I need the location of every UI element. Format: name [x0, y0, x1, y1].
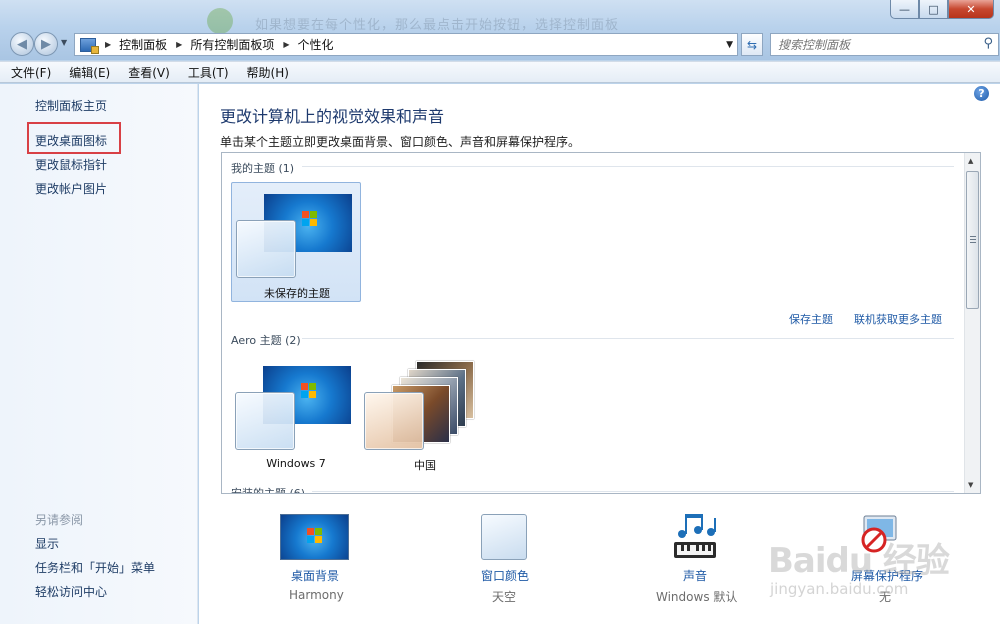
baidu-watermark: Baidu 经验: [768, 541, 950, 581]
forward-button[interactable]: ▶: [34, 32, 58, 56]
scroll-down-arrow-icon[interactable]: ▼: [968, 481, 973, 489]
window-color-swatch: [364, 392, 424, 450]
search-input[interactable]: [771, 34, 971, 55]
theme-list[interactable]: 我的主题 (1) 未保存的主题 保存主题 联机获取更多主题 Aero 主题 (2…: [221, 152, 981, 494]
breadcrumb-control-panel[interactable]: 控制面板: [119, 36, 167, 53]
breadcrumb-separator-icon[interactable]: ▶: [283, 40, 289, 49]
menu-bar: 文件(F) 编辑(E) 查看(V) 工具(T) 帮助(H): [0, 61, 1000, 83]
link-change-mouse-pointers[interactable]: 更改鼠标指针: [35, 156, 107, 173]
baidu-watermark-url: jingyan.baidu.com: [770, 580, 909, 598]
link-change-desktop-icons[interactable]: 更改桌面图标: [35, 132, 107, 149]
group-aero-themes-label: Aero 主题 (2): [231, 334, 301, 347]
sounds-value: Windows 默认: [656, 590, 738, 604]
window-controls: — □ ✕: [890, 0, 994, 19]
menu-view[interactable]: 查看(V): [126, 63, 172, 82]
theme-tile-china[interactable]: 中国: [360, 355, 490, 475]
window-titlebar: 如果想要在每个性化，那么最点击开始按钮，选择控制面板 — □ ✕ ◀ ▶ ▼ ▶…: [0, 0, 1000, 60]
forward-arrow-icon: ▶: [41, 36, 51, 52]
link-taskbar-start-menu[interactable]: 任务栏和「开始」菜单: [35, 559, 155, 576]
page-title: 更改计算机上的视觉效果和声音: [220, 107, 445, 126]
menu-edit[interactable]: 编辑(E): [67, 63, 112, 82]
link-control-panel-home[interactable]: 控制面板主页: [35, 97, 107, 114]
help-icon[interactable]: ?: [974, 86, 989, 101]
sounds-link[interactable]: 声音: [683, 567, 707, 584]
windows-logo-icon: [301, 383, 317, 399]
address-bar[interactable]: ▶ 控制面板 ▶ 所有控制面板项 ▶ 个性化 ▼: [74, 33, 738, 56]
desktop-background-value: Harmony: [289, 588, 344, 602]
back-arrow-icon: ◀: [17, 36, 27, 52]
scroll-up-arrow-icon[interactable]: ▲: [968, 157, 973, 165]
window-color-icon[interactable]: [481, 514, 527, 560]
window-color-value: 天空: [492, 590, 517, 604]
link-ease-of-access[interactable]: 轻松访问中心: [35, 583, 107, 600]
theme-list-scrollbar[interactable]: ▲ ▼: [964, 153, 980, 493]
page-subtitle: 单击某个主题立即更改桌面背景、窗口颜色、声音和屏幕保护程序。: [220, 135, 581, 149]
window-color-swatch: [235, 392, 295, 450]
group-installed-themes-label: 安装的主题 (6): [231, 487, 306, 494]
recent-pages-dropdown-icon[interactable]: ▼: [61, 38, 67, 47]
search-icon[interactable]: ⚲: [983, 36, 993, 51]
close-button[interactable]: ✕: [948, 0, 994, 19]
menu-help[interactable]: 帮助(H): [245, 63, 291, 82]
windows-logo-icon: [302, 211, 318, 227]
scrollbar-grip: [970, 242, 976, 243]
scrollbar-grip: [970, 236, 976, 237]
desktop-background-link[interactable]: 桌面背景: [291, 567, 339, 584]
menu-file[interactable]: 文件(F): [9, 63, 53, 82]
windows-logo-icon: [307, 528, 323, 544]
theme-tile-windows7[interactable]: Windows 7: [231, 355, 361, 475]
group-divider: [312, 491, 954, 492]
theme-name: 未保存的主题: [264, 287, 330, 300]
refresh-icon: ⇆: [746, 37, 758, 52]
group-divider: [302, 166, 954, 167]
window-color-swatch: [236, 220, 296, 278]
breadcrumb-separator-icon[interactable]: ▶: [176, 40, 182, 49]
theme-tile-unsaved[interactable]: 未保存的主题: [231, 182, 361, 302]
see-also-heading: 另请参阅: [35, 513, 84, 527]
scrollbar-grip: [970, 239, 976, 240]
breadcrumb-personalization[interactable]: 个性化: [298, 36, 334, 53]
search-box[interactable]: ⚲: [770, 33, 999, 56]
group-my-themes-label: 我的主题 (1): [231, 162, 295, 175]
back-button[interactable]: ◀: [10, 32, 34, 56]
save-theme-link[interactable]: 保存主题: [789, 311, 833, 327]
link-change-account-picture[interactable]: 更改帐户图片: [35, 180, 107, 197]
minimize-button[interactable]: —: [890, 0, 919, 19]
navigation-row: ◀ ▶ ▼ ▶ 控制面板 ▶ 所有控制面板项 ▶ 个性化 ▼ ⇆ ⚲: [8, 30, 999, 58]
scrollbar-thumb[interactable]: [966, 171, 979, 309]
refresh-button[interactable]: ⇆: [741, 33, 763, 56]
maximize-button[interactable]: □: [919, 0, 948, 19]
address-dropdown-icon[interactable]: ▼: [726, 40, 733, 50]
control-panel-icon: [80, 37, 99, 54]
get-more-themes-link[interactable]: 联机获取更多主题: [854, 311, 942, 327]
link-display[interactable]: 显示: [35, 535, 59, 552]
window-color-link[interactable]: 窗口颜色: [481, 567, 529, 584]
breadcrumb-all-items[interactable]: 所有控制面板项: [190, 36, 274, 53]
menu-tools[interactable]: 工具(T): [186, 63, 231, 82]
breadcrumb-separator-icon[interactable]: ▶: [105, 40, 111, 49]
theme-name: Windows 7: [266, 457, 326, 470]
group-divider: [302, 338, 954, 339]
theme-name: 中国: [414, 459, 436, 472]
music-notes-icon[interactable]: [670, 512, 720, 564]
desktop-background-icon[interactable]: [280, 514, 349, 560]
